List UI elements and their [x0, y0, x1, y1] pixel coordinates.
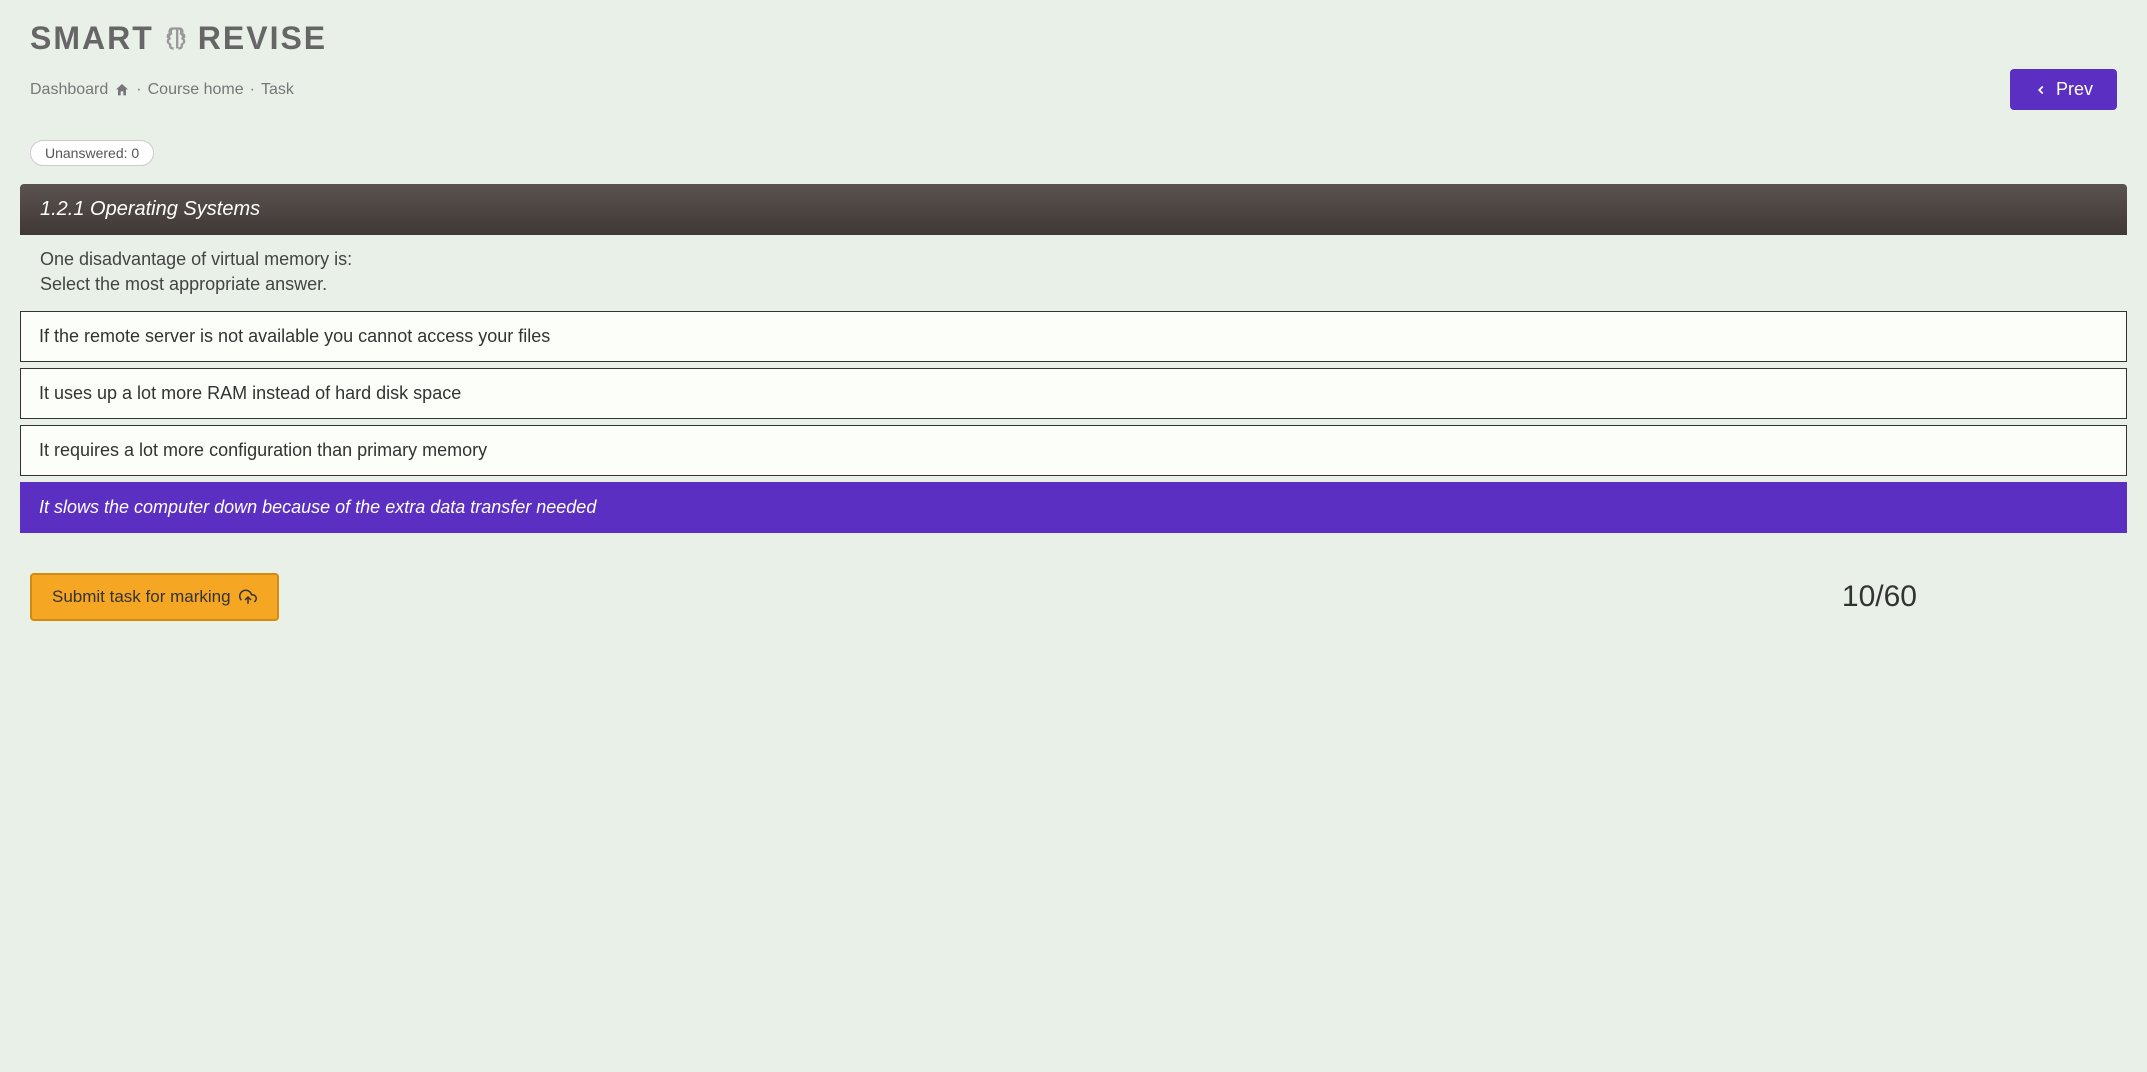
answer-option[interactable]: It requires a lot more configuration tha…: [20, 425, 2127, 476]
prev-button-label: Prev: [2056, 79, 2093, 100]
submit-button[interactable]: Submit task for marking: [30, 573, 279, 621]
upload-cloud-icon: [239, 588, 257, 606]
submit-button-label: Submit task for marking: [52, 587, 231, 607]
status-row: Unanswered: 0: [30, 140, 2117, 166]
options-list: If the remote server is not available yo…: [20, 311, 2127, 533]
question-text: One disadvantage of virtual memory is:: [40, 249, 2107, 270]
prev-button[interactable]: Prev: [2010, 69, 2117, 110]
question-instruction: Select the most appropriate answer.: [40, 274, 2107, 295]
breadcrumb-task[interactable]: Task: [261, 81, 294, 99]
breadcrumb-separator: ·: [136, 81, 141, 99]
breadcrumb-left: Dashboard · Course home · Task: [30, 81, 294, 99]
answer-option[interactable]: It uses up a lot more RAM instead of har…: [20, 368, 2127, 419]
question-area: One disadvantage of virtual memory is: S…: [20, 235, 2127, 303]
breadcrumb-separator: ·: [250, 81, 255, 99]
footer-row: Submit task for marking 10/60: [30, 573, 2117, 621]
home-icon: [114, 82, 130, 98]
topic-header: 1.2.1 Operating Systems: [20, 184, 2127, 235]
logo-text-smart: SMART: [30, 20, 154, 57]
breadcrumb-course-home[interactable]: Course home: [148, 81, 244, 99]
chevron-left-icon: [2034, 83, 2048, 97]
app-logo: SMART REVISE: [30, 20, 2117, 57]
brain-icon: [162, 25, 190, 53]
progress-counter: 10/60: [1842, 580, 1917, 614]
logo-text-revise: REVISE: [198, 20, 327, 57]
answer-option-selected[interactable]: It slows the computer down because of th…: [20, 482, 2127, 533]
answer-option[interactable]: If the remote server is not available yo…: [20, 311, 2127, 362]
breadcrumb-dashboard[interactable]: Dashboard: [30, 81, 108, 99]
app-header: SMART REVISE Dashboard · Course home · T…: [0, 0, 2147, 120]
breadcrumb: Dashboard · Course home · Task Prev: [30, 69, 2117, 110]
unanswered-badge: Unanswered: 0: [30, 140, 154, 166]
